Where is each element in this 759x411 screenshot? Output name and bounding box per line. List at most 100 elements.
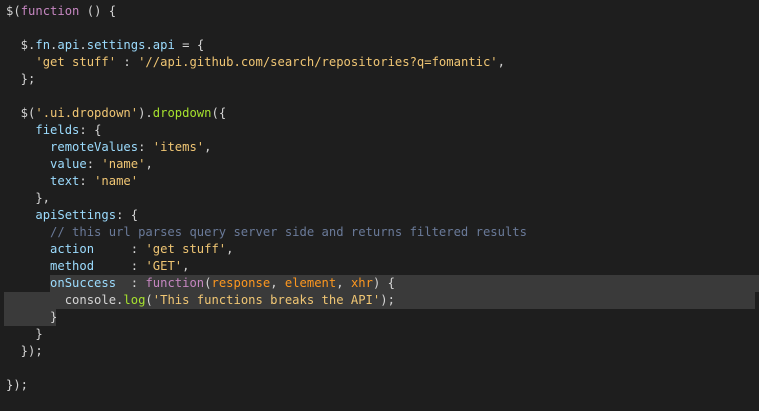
code-token: :: [116, 55, 139, 69]
code-token: api: [57, 38, 80, 52]
code-token: }: [6, 327, 43, 341]
code-line: fields: {: [0, 122, 759, 139]
code-token: ,: [336, 276, 351, 290]
code-token: = {: [174, 38, 205, 52]
code-token: .: [79, 38, 87, 52]
code-token: element: [284, 276, 337, 290]
code-token: ,: [182, 259, 190, 273]
code-token: :: [86, 157, 102, 171]
code-token: };: [6, 72, 36, 86]
code-line: value: 'name',: [0, 156, 759, 173]
code-token: (: [145, 293, 153, 307]
line-highlight: onSuccess : function(response, element, …: [50, 275, 759, 292]
code-token: value: [50, 157, 87, 171]
code-token: ,: [204, 140, 212, 154]
code-line: onSuccess : function(response, element, …: [0, 275, 759, 292]
code-line: $(function () {: [0, 3, 759, 20]
code-line: method : 'GET',: [0, 258, 759, 275]
code-line: $.fn.api.settings.api = {: [0, 37, 759, 54]
code-token: text: [50, 174, 80, 188]
code-line: }: [4, 309, 58, 326]
code-token: }: [6, 310, 58, 324]
code-token: },: [6, 191, 51, 205]
code-token: ,: [226, 242, 234, 256]
code-token: 'name': [101, 157, 146, 171]
code-token: fn: [35, 38, 51, 52]
code-token: .: [145, 38, 153, 52]
code-token: 'This functions breaks the API': [152, 293, 381, 307]
code-token: ).: [138, 106, 153, 120]
code-token: 'get stuff': [35, 55, 117, 69]
code-token: response: [211, 276, 271, 290]
code-token: : {: [116, 208, 139, 222]
code-token: remoteValues: [50, 140, 139, 154]
code-token: :: [94, 242, 146, 256]
code-line: action : 'get stuff',: [0, 241, 759, 258]
code-line: remoteValues: 'items',: [0, 139, 759, 156]
code-line: console.log('This functions breaks the A…: [4, 292, 755, 309]
code-line: text: 'name': [0, 173, 759, 190]
code-token: 'name': [94, 174, 139, 188]
code-token: ) {: [372, 276, 395, 290]
code-block[interactable]: $(function () { $.fn.api.settings.api = …: [0, 3, 759, 394]
code-token: 'GET': [145, 259, 183, 273]
code-line: });: [0, 377, 759, 394]
code-token: xhr: [350, 276, 373, 290]
code-token: onSuccess: [50, 276, 117, 290]
code-editor[interactable]: $(function () { $.fn.api.settings.api = …: [0, 0, 759, 411]
code-token: :: [138, 140, 153, 154]
code-token: '//api.github.com/search/repositories?q=…: [138, 55, 498, 69]
code-line: apiSettings: {: [0, 207, 759, 224]
code-line: }: [0, 326, 759, 343]
code-token: function: [20, 4, 80, 18]
code-token: action: [50, 242, 95, 256]
code-line: };: [0, 71, 759, 88]
code-token: ,: [145, 157, 153, 171]
code-line: $('.ui.dropdown').dropdown({: [0, 105, 759, 122]
code-token: );: [380, 293, 395, 307]
code-token: 'get stuff': [145, 242, 227, 256]
code-token: settings: [86, 38, 146, 52]
code-token: ,: [270, 276, 285, 290]
code-token: $.: [6, 38, 36, 52]
code-token: $(: [6, 106, 36, 120]
code-token: () {: [79, 4, 117, 18]
code-token: ({: [211, 106, 227, 120]
code-token: method: [50, 259, 95, 273]
code-token: log: [123, 293, 146, 307]
code-line: 'get stuff' : '//api.github.com/search/r…: [0, 54, 759, 71]
code-token: fields: [35, 123, 80, 137]
code-token: function: [145, 276, 205, 290]
code-token: :: [79, 174, 95, 188]
code-token: :: [116, 276, 146, 290]
code-token: apiSettings: [35, 208, 117, 222]
code-token: '.ui.dropdown': [35, 106, 139, 120]
code-token: $(: [6, 4, 21, 18]
code-token: });: [6, 344, 43, 358]
code-line: },: [0, 190, 759, 207]
code-token: console.: [6, 293, 124, 307]
code-line: });: [0, 343, 759, 360]
code-token: api: [152, 38, 175, 52]
code-token: 'items': [152, 140, 205, 154]
code-line: // this url parses query server side and…: [0, 224, 759, 241]
code-token: });: [6, 378, 29, 392]
code-token: : {: [79, 123, 102, 137]
code-token: :: [94, 259, 146, 273]
code-token: dropdown: [152, 106, 212, 120]
code-token: ,: [497, 55, 505, 69]
code-token: // this url parses query server side and…: [50, 225, 527, 239]
